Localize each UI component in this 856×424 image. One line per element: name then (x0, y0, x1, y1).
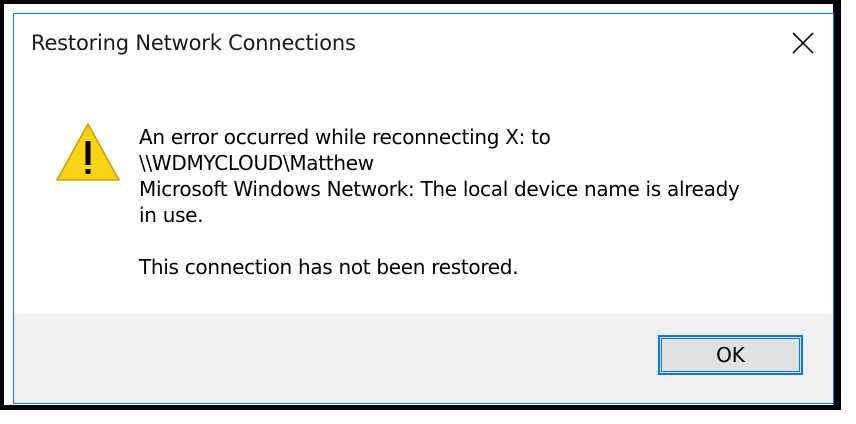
message-line: This connection has not been restored. (139, 255, 519, 279)
ok-button[interactable]: OK (658, 335, 803, 375)
close-icon (792, 32, 814, 54)
message-line: An error occurred while reconnecting X: … (139, 125, 551, 149)
screenshot-frame: Restoring Network Connections An error o… (0, 0, 841, 410)
button-bar: OK (14, 314, 833, 403)
warning-icon (56, 123, 120, 181)
error-dialog: Restoring Network Connections An error o… (13, 13, 834, 404)
title-bar: Restoring Network Connections (14, 14, 833, 74)
close-button[interactable] (780, 22, 826, 64)
dialog-content: An error occurred while reconnecting X: … (14, 74, 833, 324)
window-title: Restoring Network Connections (31, 31, 356, 55)
network-path: \\WDMYCLOUD\Matthew (139, 151, 374, 175)
message-line: Microsoft Windows Network: The local dev… (139, 177, 740, 201)
error-message: An error occurred while reconnecting X: … (139, 124, 799, 280)
message-line: in use. (139, 203, 204, 227)
